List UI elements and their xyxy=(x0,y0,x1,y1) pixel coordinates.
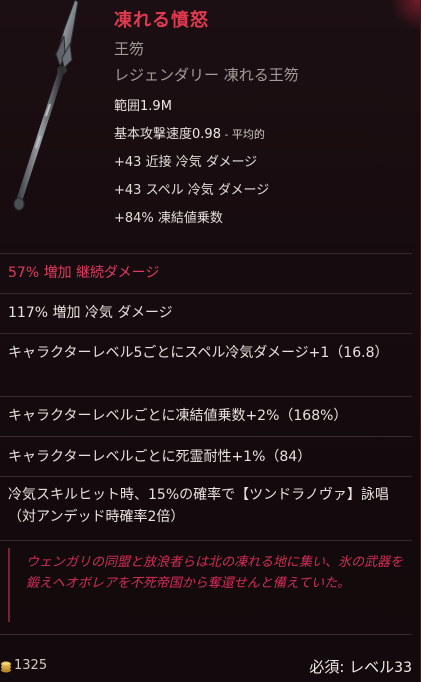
stat-attack-speed-value: 0.98 xyxy=(192,127,221,142)
stat-range: 範囲1.9M xyxy=(114,95,410,114)
stat-spell-cold: +43 スペル 冷気 ダメージ xyxy=(114,183,270,198)
level-requirement-value: 33 xyxy=(394,660,412,676)
item-name: 凍れる憤怒 xyxy=(114,10,209,31)
gold-coins-icon xyxy=(1,661,11,673)
level-requirement: 必須: レベル33 xyxy=(309,656,412,677)
stat-attack-speed: 基本攻撃速度0.98 - 平均的 xyxy=(114,123,410,142)
item-type: 王笏 xyxy=(114,40,145,58)
item-rarity: レジェンダリー 凍れる王笏 xyxy=(114,66,299,84)
flavor-text-block: ウェンガリの同盟と放浪者らは北の凍れる地に集い、氷の武器を鍛えヘオボレアを不死帝… xyxy=(8,548,414,622)
affix-necrotic-resist: キャラクターレベルごとに死霊耐性+1%（84） xyxy=(8,449,312,465)
affix-spell-cold-per-level: キャラクターレベル5ごとにスペル冷気ダメージ+1（16.8） xyxy=(8,345,389,361)
gold-value: 1325 xyxy=(14,658,48,673)
stat-attack-speed-tag: - 平均的 xyxy=(220,128,265,141)
stat-range-value: 1.9M xyxy=(140,99,172,114)
divider xyxy=(0,476,412,477)
affix-dot-damage: 57% 増加 継続ダメージ xyxy=(8,265,160,281)
divider xyxy=(0,634,412,635)
item-tooltip: 凍れる憤怒 王笏 レジェンダリー 凍れる王笏 範囲1.9M 基本攻撃速度0.98… xyxy=(0,0,421,682)
tooltip-footer: 1325 必須: レベル33 xyxy=(0,656,412,678)
scepter-icon xyxy=(13,0,79,211)
divider xyxy=(0,293,412,294)
divider xyxy=(0,253,412,254)
divider xyxy=(0,333,412,334)
divider xyxy=(0,436,412,437)
stat-melee-cold: +43 近接 冷気 ダメージ xyxy=(114,155,258,170)
affix-tundra-nova: 冷気スキルヒット時、15%の確率で【ツンドラノヴァ】詠唱（対アンデッド時確率2倍… xyxy=(8,487,389,525)
divider xyxy=(0,396,412,397)
stat-freeze-multiplier: +84% 凍結値乗数 xyxy=(114,211,223,226)
flavor-text: ウェンガリの同盟と放浪者らは北の凍れる地に集い、氷の武器を鍛えヘオボレアを不死帝… xyxy=(26,555,404,591)
level-requirement-label: 必須: レベル xyxy=(309,658,395,676)
stat-range-label: 範囲 xyxy=(114,99,141,114)
stat-attack-speed-label: 基本攻撃速度 xyxy=(114,127,193,142)
affix-cold-damage: 117% 増加 冷気 ダメージ xyxy=(8,305,173,321)
divider xyxy=(0,540,412,541)
affix-freeze-per-level: キャラクターレベルごとに凍結値乗数+2%（168%） xyxy=(8,408,348,424)
item-header: 凍れる憤怒 王笏 レジェンダリー 凍れる王笏 範囲1.9M 基本攻撃速度0.98… xyxy=(114,6,410,235)
